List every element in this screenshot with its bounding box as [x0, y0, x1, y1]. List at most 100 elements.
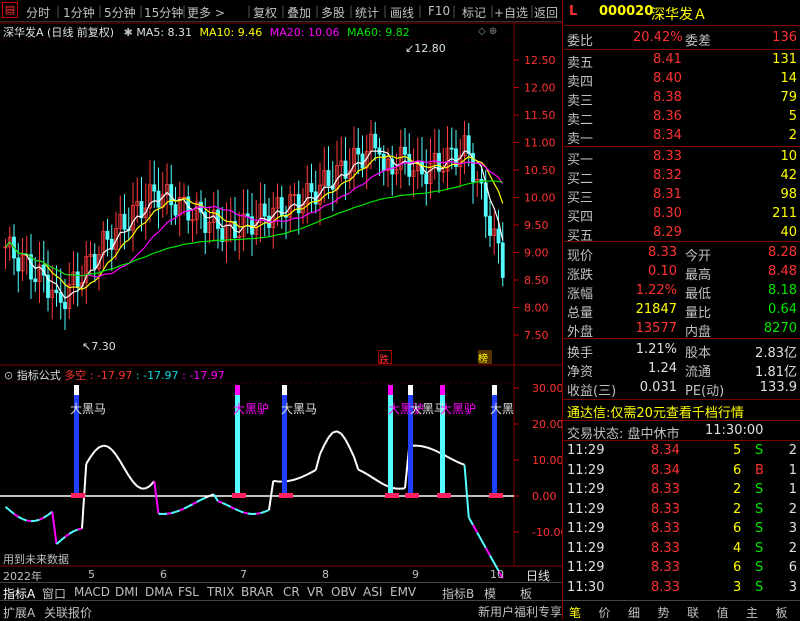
- tick-volume: 4: [733, 541, 741, 556]
- indicator-line: [120, 461, 124, 468]
- bid-row[interactable]: 买一8.3310: [563, 148, 800, 167]
- indicator-line: [27, 521, 31, 522]
- date-tick: 9: [412, 568, 419, 581]
- quote-l-icon[interactable]: L: [569, 4, 577, 19]
- panel-tab[interactable]: 联: [687, 604, 699, 621]
- panel-tab[interactable]: 值: [717, 604, 729, 621]
- candle-body: [34, 279, 37, 282]
- ask-row[interactable]: 卖二8.365: [563, 108, 800, 127]
- indicator-line: [303, 475, 307, 477]
- indicator-tick-label: 0.00: [532, 490, 557, 503]
- tick-row: 11:298.334S2: [563, 540, 800, 559]
- indicator-line: [452, 459, 456, 461]
- tab-trix[interactable]: TRIX: [207, 585, 234, 599]
- stock-name: 深华发Ａ: [651, 4, 707, 24]
- panel-tab[interactable]: 细: [628, 604, 640, 621]
- bid-price: 8.31: [653, 187, 682, 202]
- tab-emv[interactable]: EMV: [390, 585, 416, 599]
- tab-dmi[interactable]: DMI: [115, 585, 138, 599]
- indicator-line: [469, 517, 473, 525]
- panel-tab[interactable]: 板: [776, 604, 788, 621]
- tab-obv[interactable]: OBV: [331, 585, 357, 599]
- indicator-line: [201, 498, 205, 500]
- stat-value: 0.10: [648, 264, 677, 279]
- indicator-line: [448, 457, 452, 459]
- tick-count: 2: [789, 502, 797, 517]
- ad-banner[interactable]: 通达信:仅需20元查看千档行情: [563, 401, 800, 420]
- bid-volume: 42: [780, 168, 797, 183]
- ask-price: 8.36: [653, 109, 682, 124]
- indicator-line: [40, 518, 44, 520]
- signal-base: [71, 493, 85, 498]
- tick-price: 8.33: [651, 521, 680, 536]
- ad-text[interactable]: 通达信:仅需20元查看千档行情: [567, 402, 744, 421]
- date-tick: 5: [88, 568, 95, 581]
- tab-vr[interactable]: VR: [307, 585, 324, 599]
- stat-value: 1.24: [648, 361, 677, 376]
- tick-row: 11:298.332S2: [563, 501, 800, 520]
- indicator-line: [167, 513, 171, 514]
- indicator-line: [197, 500, 201, 502]
- price-tick-label: 9.50: [524, 219, 549, 232]
- ask-volume: 131: [772, 52, 797, 67]
- tab-cr[interactable]: CR: [283, 585, 300, 599]
- tick-price: 8.33: [651, 560, 680, 575]
- indicator-line: [231, 507, 235, 509]
- indicator-line: [273, 481, 277, 482]
- indicator-line: [371, 477, 375, 480]
- candle-body: [297, 195, 300, 213]
- tab-fsl[interactable]: FSL: [178, 585, 199, 599]
- stat-label: 换手: [567, 342, 593, 361]
- tick-row: 11:308.333S3: [563, 579, 800, 598]
- ask-row[interactable]: 卖三8.3879: [563, 89, 800, 108]
- kline-chart[interactable]: 12.5012.0011.5011.0010.5010.009.509.008.…: [0, 0, 562, 582]
- indicator-line: [333, 431, 337, 432]
- candle-body: [93, 254, 96, 268]
- candle-body: [310, 184, 313, 192]
- ask-row[interactable]: 卖五8.41131: [563, 51, 800, 70]
- indicator-line: [354, 457, 358, 470]
- signal-cap: [440, 385, 445, 395]
- stat-value: 1.21%: [636, 342, 677, 357]
- bid-row[interactable]: 买三8.3198: [563, 186, 800, 205]
- weicha-label: 委差: [685, 30, 711, 49]
- promo-link[interactable]: 新用户福利专享: [478, 603, 562, 620]
- bid-row[interactable]: 买四8.30211: [563, 205, 800, 224]
- tick-direction: S: [755, 502, 763, 517]
- candle-body: [17, 258, 20, 271]
- indicator-line: [188, 504, 192, 506]
- indicator-line: [180, 509, 184, 511]
- stat-label: 最低: [685, 283, 711, 302]
- indicator-name[interactable]: 指标公式: [17, 369, 61, 382]
- ask-row[interactable]: 卖一8.342: [563, 127, 800, 146]
- panel-tab[interactable]: 主: [746, 604, 758, 621]
- price-tick-label: 9.00: [524, 247, 549, 260]
- stat-value: 8.48: [768, 264, 797, 279]
- tick-count: 1: [789, 463, 797, 478]
- indicator-line: [256, 513, 260, 514]
- indicator-line: [316, 454, 320, 470]
- bid-price: 8.32: [653, 168, 682, 183]
- panel-tab[interactable]: 笔: [569, 604, 581, 621]
- panel-tab[interactable]: 势: [658, 604, 670, 621]
- weibi-row: 委比 20.42% 委差 136: [563, 29, 800, 48]
- indicator-line: [482, 540, 486, 548]
- indicator-line: [320, 445, 324, 454]
- tab-dma[interactable]: DMA: [145, 585, 173, 599]
- signal-base: [405, 493, 419, 498]
- tab-related-quotes[interactable]: 关联报价: [44, 604, 92, 621]
- bid-row[interactable]: 买二8.3242: [563, 167, 800, 186]
- tick-price: 8.33: [651, 482, 680, 497]
- indicator-line: [465, 465, 469, 518]
- indicator-v3: : -17.97: [182, 369, 225, 382]
- stat2-row: 净资1.24流通1.81亿: [563, 360, 800, 379]
- panel-tab[interactable]: 价: [599, 604, 611, 621]
- tab-asi[interactable]: ASI: [363, 585, 382, 599]
- tab-ext-a[interactable]: 扩展A: [3, 604, 35, 621]
- tab-brar[interactable]: BRAR: [241, 585, 274, 599]
- ask-row[interactable]: 卖四8.4014: [563, 70, 800, 89]
- indicator-menu-icon[interactable]: ⊙: [4, 369, 13, 382]
- candle-body: [382, 154, 385, 170]
- chart-nav-icons[interactable]: ◇ ⊕: [478, 26, 497, 37]
- tab-macd[interactable]: MACD: [74, 585, 110, 599]
